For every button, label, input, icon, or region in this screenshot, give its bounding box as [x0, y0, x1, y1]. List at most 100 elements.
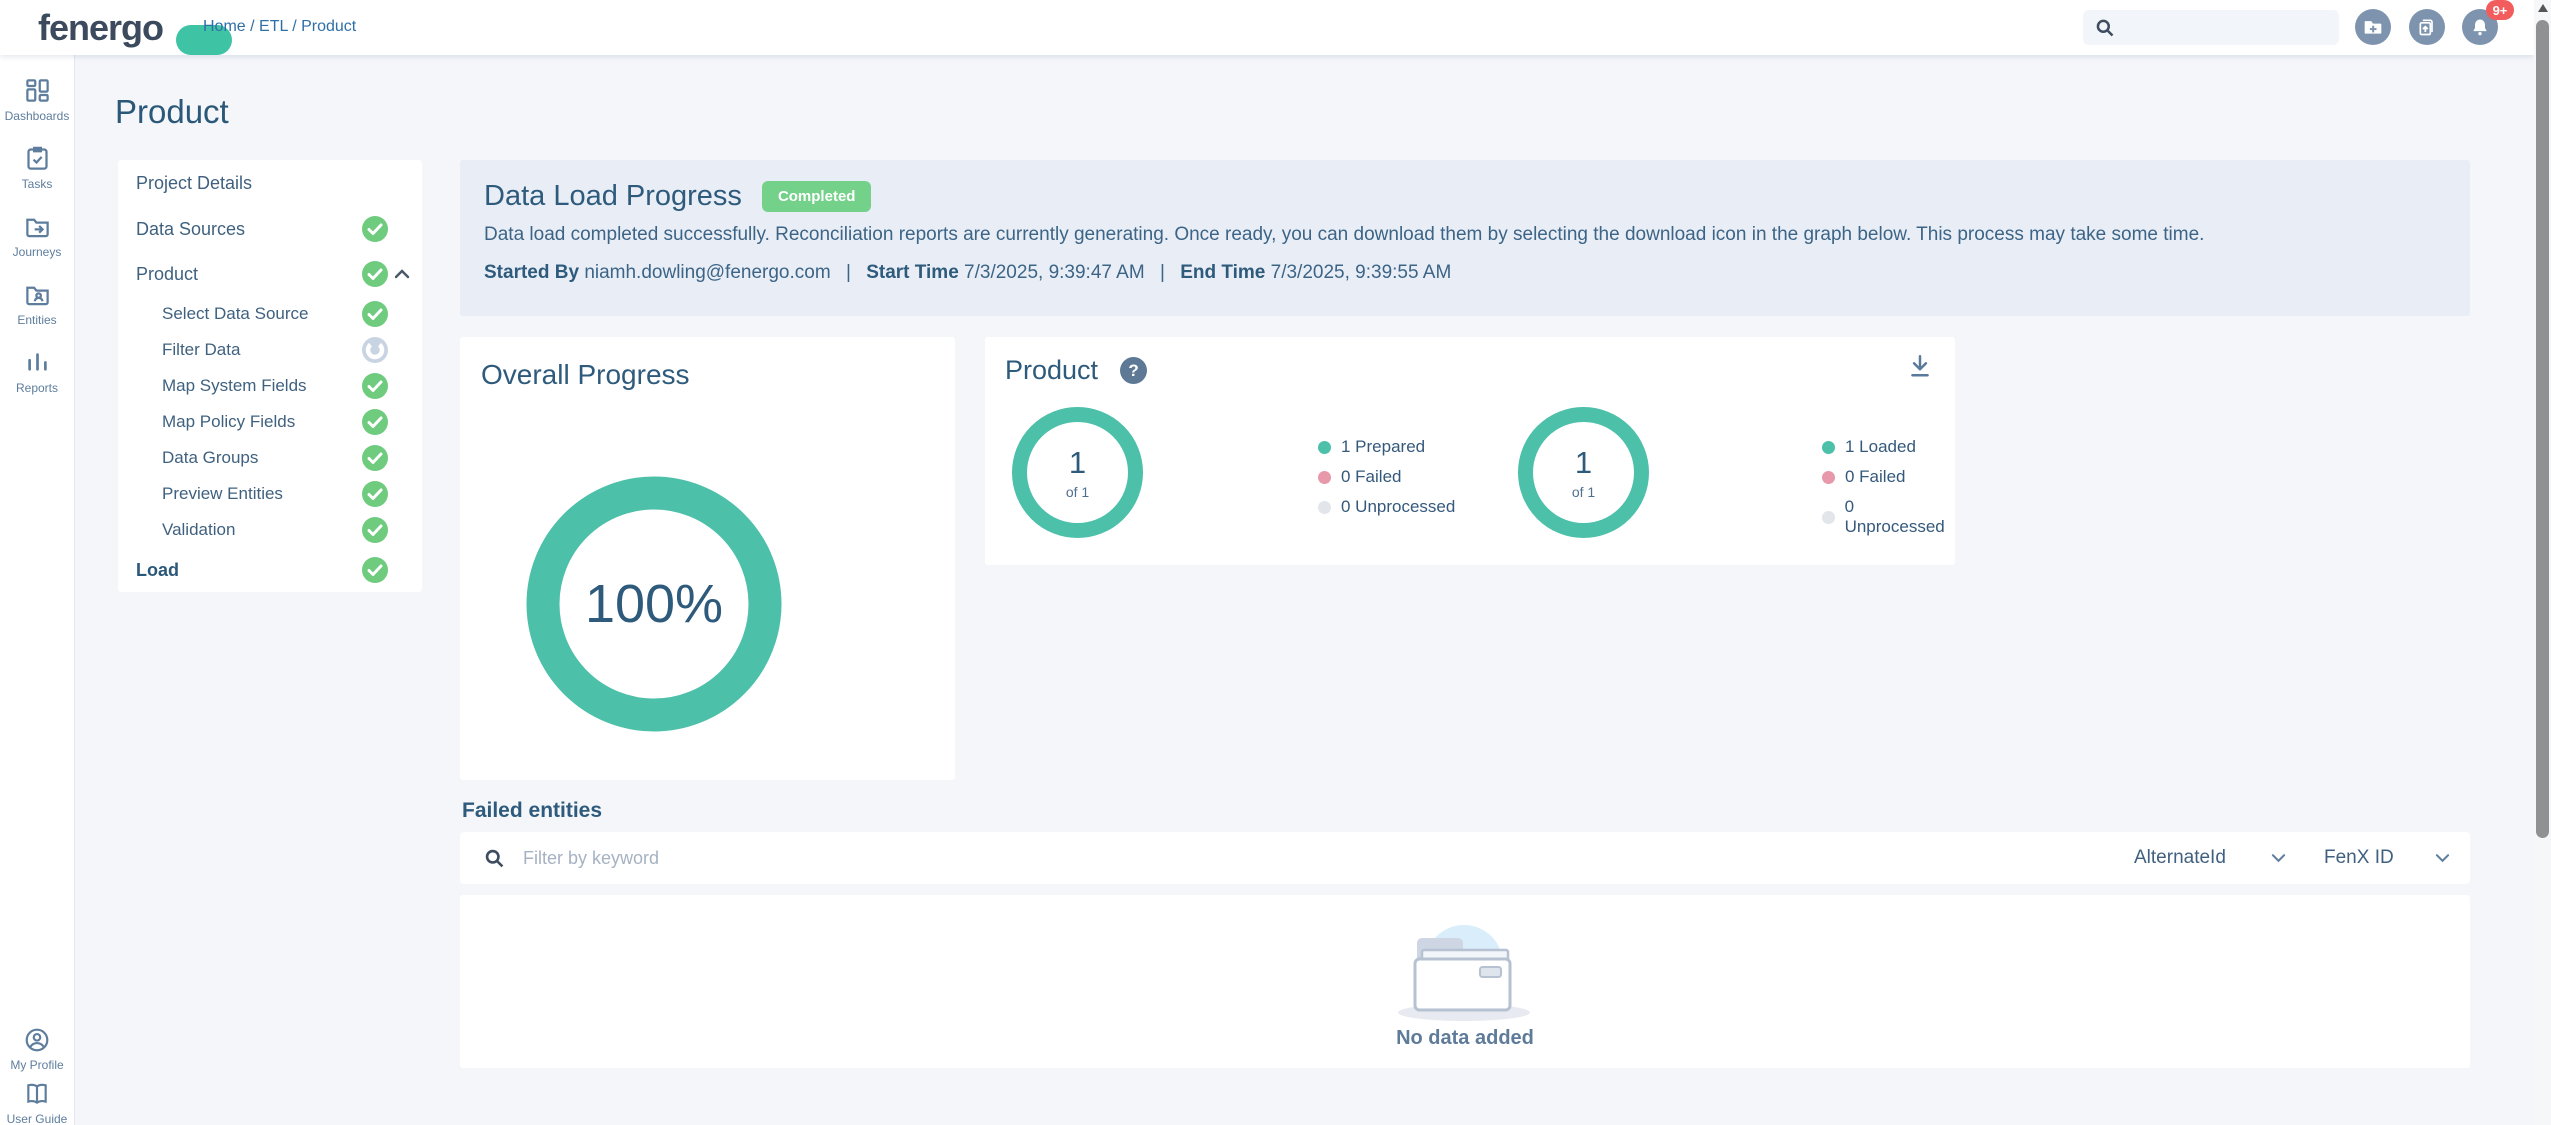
chevron-down-icon	[2435, 853, 2450, 863]
product-card-title: Product	[1005, 355, 1098, 386]
complete-check-icon	[362, 517, 388, 543]
sidebar-item-entities[interactable]: Entities	[0, 281, 74, 327]
nav-item-validation[interactable]: Validation	[118, 512, 422, 548]
nav-item-data-sources[interactable]: Data Sources	[118, 206, 422, 252]
fenergo-logo[interactable]: fenergo	[38, 7, 163, 49]
product-card: Product ? 1 of 1 1 Prepared 0 Fa	[985, 337, 1955, 565]
sidebar-label: User Guide	[7, 1112, 68, 1125]
unprocessed-dot-icon	[1822, 511, 1835, 524]
start-time-label: Start Time	[866, 262, 959, 283]
status-none	[362, 170, 388, 196]
top-bar: fenergo Home / ETL / Product	[0, 0, 2534, 55]
global-search[interactable]	[2083, 10, 2339, 45]
folder-plus-icon	[2363, 17, 2383, 37]
loaded-donut: 1 of 1	[1516, 405, 1651, 540]
legend-row: 0 Failed	[1822, 467, 1955, 487]
tasks-icon	[24, 145, 51, 172]
nav-item-label: Project Details	[136, 173, 362, 194]
nav-item-preview-entities[interactable]: Preview Entities	[118, 476, 422, 512]
data-load-progress-title: Data Load Progress	[484, 180, 742, 213]
sidebar-label: Reports	[16, 381, 58, 395]
download-icon	[1907, 353, 1933, 379]
meta-separator: |	[1160, 262, 1165, 283]
alternateid-dropdown[interactable]: AlternateId	[2134, 847, 2286, 869]
sidebar-item-dashboards[interactable]: Dashboards	[0, 77, 74, 123]
failed-dot-icon	[1318, 471, 1331, 484]
completed-status-badge: Completed	[762, 181, 872, 212]
app-root: fenergo Home / ETL / Product	[0, 0, 2551, 1125]
legend-row: 0 Unprocessed	[1822, 497, 1955, 537]
complete-check-icon	[362, 481, 388, 507]
help-icon[interactable]: ?	[1120, 357, 1147, 384]
sidebar-item-user-guide[interactable]: User Guide	[0, 1081, 74, 1125]
failed-entities-title: Failed entities	[462, 799, 602, 823]
failed-entities-empty-state: No data added	[460, 895, 2470, 1068]
empty-folder-illustration	[1390, 913, 1540, 1025]
upload-files-button[interactable]	[2409, 9, 2445, 45]
nav-item-label: Filter Data	[162, 340, 362, 360]
fenx-id-dropdown[interactable]: FenX ID	[2324, 847, 2450, 869]
vertical-scrollbar[interactable]	[2534, 0, 2551, 1125]
chevron-down-icon	[2271, 853, 2286, 863]
loaded-legend: 1 Loaded 0 Failed 0 Unprocessed	[1822, 437, 1955, 537]
legend-label: 1 Prepared	[1341, 437, 1425, 457]
filter-keyword-input[interactable]	[523, 848, 1123, 869]
legend-label: 0 Unprocessed	[1845, 497, 1955, 537]
sidebar-item-tasks[interactable]: Tasks	[0, 145, 74, 191]
legend-row: 0 Failed	[1318, 467, 1455, 487]
complete-check-icon	[362, 445, 388, 471]
entities-icon	[24, 281, 51, 308]
nav-item-label: Validation	[162, 520, 362, 540]
complete-check-icon	[362, 216, 388, 242]
logo-text: fenergo	[38, 7, 163, 48]
loaded-donut-of: of 1	[1572, 484, 1595, 500]
prepared-dot-icon	[1318, 441, 1331, 454]
nav-item-filter-data[interactable]: Filter Data	[118, 332, 422, 368]
pending-progress-icon	[362, 337, 388, 363]
bell-icon	[2470, 17, 2490, 37]
scrollbar-thumb[interactable]	[2536, 20, 2549, 838]
prepared-donut-of: of 1	[1066, 484, 1089, 500]
nav-item-load[interactable]: Load	[118, 548, 422, 592]
download-report-button[interactable]	[1907, 353, 1933, 384]
global-search-input[interactable]	[2125, 19, 2325, 36]
data-load-description: Data load completed successfully. Reconc…	[484, 224, 2446, 246]
sidebar-item-reports[interactable]: Reports	[0, 349, 74, 395]
nav-item-data-groups[interactable]: Data Groups	[118, 440, 422, 476]
sidebar-item-my-profile[interactable]: My Profile	[0, 1027, 74, 1072]
loaded-dot-icon	[1822, 441, 1835, 454]
nav-item-project-details[interactable]: Project Details	[118, 160, 422, 206]
nav-item-label: Preview Entities	[162, 484, 362, 504]
legend-label: 0 Failed	[1845, 467, 1905, 487]
nav-item-product[interactable]: Product	[118, 252, 422, 296]
failed-dot-icon	[1822, 471, 1835, 484]
nav-item-select-data-source[interactable]: Select Data Source	[118, 296, 422, 332]
legend-row: 0 Unprocessed	[1318, 497, 1455, 517]
app-sidebar: Dashboards Tasks Journeys Entities	[0, 55, 75, 1125]
started-by-label: Started By	[484, 262, 579, 283]
legend-label: 0 Failed	[1341, 467, 1401, 487]
book-icon	[24, 1081, 50, 1107]
notification-badge: 9+	[2486, 0, 2514, 20]
nav-item-label: Map Policy Fields	[162, 412, 362, 432]
breadcrumb[interactable]: Home / ETL / Product	[203, 18, 356, 36]
journeys-icon	[24, 213, 51, 240]
dropdown-label: FenX ID	[2324, 847, 2394, 869]
project-steps-panel: Project Details Data Sources Product Sel…	[118, 160, 422, 592]
nav-item-label: Map System Fields	[162, 376, 362, 396]
nav-item-map-system-fields[interactable]: Map System Fields	[118, 368, 422, 404]
legend-row: 1 Loaded	[1822, 437, 1955, 457]
complete-check-icon	[362, 301, 388, 327]
sidebar-label: Tasks	[22, 177, 53, 191]
prepared-legend: 1 Prepared 0 Failed 0 Unprocessed	[1318, 437, 1455, 517]
chevron-up-icon[interactable]	[388, 261, 410, 287]
sidebar-item-journeys[interactable]: Journeys	[0, 213, 74, 259]
complete-check-icon	[362, 557, 388, 583]
page-title: Product	[115, 93, 229, 131]
prepared-donut-value: 1	[1069, 445, 1086, 481]
add-folder-button[interactable]	[2355, 9, 2391, 45]
dashboards-icon	[24, 77, 51, 104]
scrollbar-up-arrow-icon[interactable]	[2538, 4, 2548, 12]
legend-label: 0 Unprocessed	[1341, 497, 1455, 517]
nav-item-map-policy-fields[interactable]: Map Policy Fields	[118, 404, 422, 440]
